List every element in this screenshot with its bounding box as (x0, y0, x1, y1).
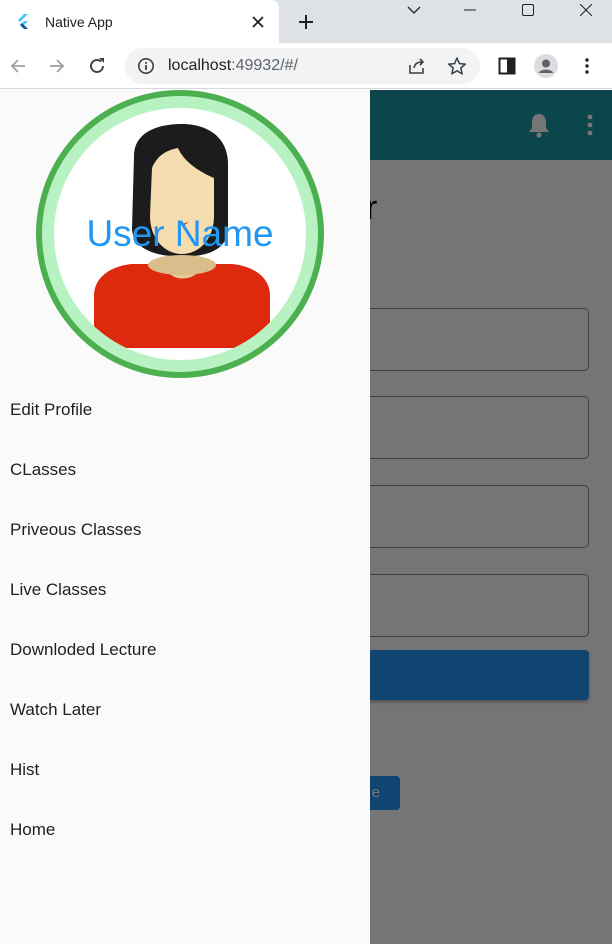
side-panel-icon[interactable] (495, 54, 519, 78)
menu-item-watch-later[interactable]: Watch Later (0, 680, 370, 740)
chevron-down-icon[interactable] (386, 0, 442, 20)
menu-item-downloaded-lecture[interactable]: Downloded Lecture (0, 620, 370, 680)
url-text: localhost:49932/#/ (168, 57, 298, 75)
browser-toolbar: localhost:49932/#/ (0, 43, 612, 89)
menu-item-label: CLasses (10, 460, 77, 479)
menu-item-label: Hist (10, 760, 40, 779)
window-close-icon[interactable] (558, 0, 612, 20)
browser-menu-icon[interactable] (575, 54, 599, 78)
browser-tab[interactable]: Native App (0, 0, 279, 43)
minimize-icon[interactable] (442, 0, 498, 20)
flutter-icon (15, 13, 31, 29)
menu-item-label: Edit Profile (10, 400, 93, 419)
app-viewport: ser e User Name Edit Profile C (0, 90, 612, 944)
menu-item-classes[interactable]: CLasses (0, 440, 370, 500)
reload-icon[interactable] (83, 52, 111, 80)
menu-item-label: Live Classes (10, 580, 107, 599)
address-bar[interactable]: localhost:49932/#/ (125, 48, 480, 84)
menu-item-history[interactable]: Hist (0, 740, 370, 800)
maximize-icon[interactable] (500, 0, 556, 20)
info-icon[interactable] (137, 57, 155, 75)
menu-item-label: Priveous Classes (10, 520, 142, 539)
new-tab-icon[interactable] (292, 8, 320, 36)
menu-item-label: Downloded Lecture (10, 640, 157, 659)
user-name: User Name (86, 213, 274, 254)
forward-arrow-icon[interactable] (43, 52, 71, 80)
menu-item-previous-classes[interactable]: Priveous Classes (0, 500, 370, 560)
url-path: :49932/#/ (231, 57, 298, 74)
menu-item-edit-profile[interactable]: Edit Profile (0, 380, 370, 440)
share-icon[interactable] (406, 55, 428, 77)
url-host: localhost (168, 57, 232, 74)
menu-item-live-classes[interactable]: Live Classes (0, 560, 370, 620)
close-tab-icon[interactable] (247, 11, 269, 33)
menu-item-label: Watch Later (10, 700, 102, 719)
profile-avatar-icon[interactable] (534, 54, 558, 78)
menu-item-home[interactable]: Home (0, 800, 370, 860)
tab-title: Native App (45, 14, 113, 30)
bookmark-star-icon[interactable] (446, 55, 468, 77)
navigation-drawer: User Name Edit Profile CLasses Priveous … (0, 90, 370, 944)
menu-item-label: Home (10, 820, 56, 839)
back-arrow-icon[interactable] (4, 52, 32, 80)
browser-tab-strip: Native App (0, 0, 612, 43)
